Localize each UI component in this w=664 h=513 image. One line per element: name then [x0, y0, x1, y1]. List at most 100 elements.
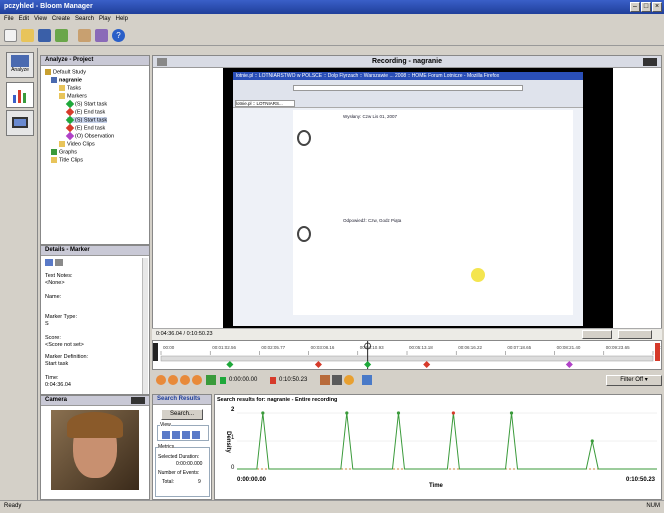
range-start-handle [153, 343, 158, 361]
address-bar [293, 85, 523, 91]
camera-icon[interactable] [332, 375, 342, 385]
marker-type-label: Marker Type: [45, 314, 77, 320]
clip-icon[interactable] [320, 375, 330, 385]
tool-icon[interactable] [362, 375, 372, 385]
video-icon [12, 117, 28, 128]
help-icon[interactable]: ? [112, 29, 125, 42]
tree-item[interactable]: (S) Start task [65, 99, 107, 109]
maximize-button[interactable]: □ [641, 2, 651, 12]
tree-item[interactable]: Default Study [45, 69, 86, 75]
tree-item[interactable]: Title Clips [51, 157, 83, 163]
copy-icon[interactable] [45, 259, 53, 266]
menu-play[interactable]: Play [99, 16, 111, 26]
score-label: Score: [45, 335, 61, 341]
tick-label: 00:08:21.40 [557, 345, 581, 350]
highlight-icon[interactable] [344, 375, 354, 385]
forum-page: Wysłany: Czw Lis 01, 2007 Odpowiedź: Czw… [293, 110, 573, 315]
bar-chart-icon [13, 90, 26, 103]
view-option[interactable] [182, 431, 190, 439]
tree-item[interactable]: Tasks [59, 85, 81, 91]
browser-tab: lotnie.pl :: LOTNIARS... [235, 100, 295, 107]
folder-icon [59, 141, 65, 147]
menu-search[interactable]: Search [75, 16, 94, 26]
y-tick: 1 [231, 435, 235, 441]
users-icon[interactable] [78, 29, 91, 42]
save-icon[interactable] [38, 29, 51, 42]
video-nav-button[interactable] [6, 110, 34, 136]
search-button[interactable]: Search... [161, 409, 203, 420]
minimize-button[interactable]: – [630, 2, 640, 12]
import-icon[interactable] [55, 29, 68, 42]
graph-icon [51, 149, 57, 155]
tree-item[interactable]: (E) End task [65, 123, 105, 133]
popout-icon[interactable] [157, 58, 167, 66]
menu-edit[interactable]: Edit [19, 16, 29, 26]
forward-icon[interactable] [192, 375, 202, 385]
time-label: Time: [45, 375, 59, 381]
marker-definition-label: Marker Definition: [45, 354, 89, 360]
timeline-marker [565, 360, 573, 369]
tree-item[interactable]: (E) End task [65, 107, 105, 117]
toolbar: ? [0, 26, 664, 46]
apply-button[interactable] [582, 330, 612, 339]
filter-dropdown[interactable]: Filter Off ▾ [606, 375, 662, 386]
recording-title: Recording - nagranie [153, 56, 661, 68]
tree-item[interactable]: Graphs [51, 149, 77, 155]
tree-item[interactable]: (S) Start task [65, 115, 108, 125]
end-time: 0:10:50.23 [270, 377, 307, 384]
filter-icon[interactable] [55, 259, 63, 266]
tick-label: 00:00 [163, 345, 175, 350]
status-bar: Ready NUM [0, 500, 664, 513]
view-option[interactable] [192, 431, 200, 439]
tree-item[interactable]: Markers [59, 93, 87, 99]
tree-item[interactable]: (O) Observation [65, 131, 114, 141]
pause-icon[interactable] [180, 375, 190, 385]
gaze-point [471, 268, 485, 282]
graph-xlabel: Time [429, 483, 443, 489]
close-button[interactable]: × [652, 2, 662, 12]
menu-help[interactable]: Help [116, 16, 128, 26]
recorded-browser-screen: lotnie.pl :: LOTNIARSTWO w POLSCE :: Dol… [233, 72, 583, 326]
video-toggle-icon[interactable] [643, 58, 657, 66]
analyze-nav-button[interactable]: Analyze [6, 52, 34, 78]
menu-view[interactable]: View [34, 16, 47, 26]
data-point [396, 411, 401, 415]
range-end-handle [655, 343, 660, 361]
total-value: 9 [198, 479, 201, 485]
chart-nav-button[interactable] [6, 82, 34, 108]
play-icon[interactable] [168, 375, 178, 385]
timeline-marker [364, 360, 372, 369]
menu-create[interactable]: Create [52, 16, 70, 26]
name-label: Name: [45, 294, 62, 300]
total-label: Total: [162, 479, 174, 485]
tick-label: 00:01:02.56 [212, 345, 236, 350]
timeline-marker [314, 360, 322, 369]
marker-add-icon[interactable] [206, 375, 216, 385]
view-option[interactable] [172, 431, 180, 439]
timeline[interactable]: 00:00 00:01:02.56 00:02:05.77 00:03:08.16 00… [152, 340, 664, 370]
view-group: View [157, 422, 209, 441]
cancel-button[interactable] [618, 330, 652, 339]
details-scrollbar[interactable] [142, 258, 148, 394]
menu-file[interactable]: File [4, 16, 14, 26]
data-point [509, 411, 514, 415]
playback-controls: 0:00:00.00 0:10:50.23 Filter Off ▾ [152, 372, 662, 392]
analyze-label: Analyze [11, 67, 29, 73]
tree-item[interactable]: nagranie [51, 77, 82, 83]
timeline-marker [423, 360, 431, 369]
browser-title: lotnie.pl :: LOTNIARSTWO w POLSCE :: Dol… [233, 72, 583, 80]
search-results-panel: Search Results Search... View Metrics Se… [152, 394, 212, 500]
open-icon[interactable] [21, 29, 34, 42]
view-option[interactable] [162, 431, 170, 439]
search-results-title: Search Results [153, 395, 211, 405]
post-heading: Odpowiedź: Czw, Godz Piąta [343, 218, 402, 223]
camera-toggle-icon[interactable] [131, 397, 145, 404]
export-icon[interactable] [95, 29, 108, 42]
new-icon[interactable] [4, 29, 17, 42]
text-notes-label: Text Notes: [45, 273, 73, 279]
timeline-track [160, 355, 654, 362]
rewind-icon[interactable] [156, 375, 166, 385]
tree-item[interactable]: Video Clips [59, 141, 95, 147]
start-flag-icon [220, 377, 226, 384]
forum-avatar [297, 226, 311, 242]
